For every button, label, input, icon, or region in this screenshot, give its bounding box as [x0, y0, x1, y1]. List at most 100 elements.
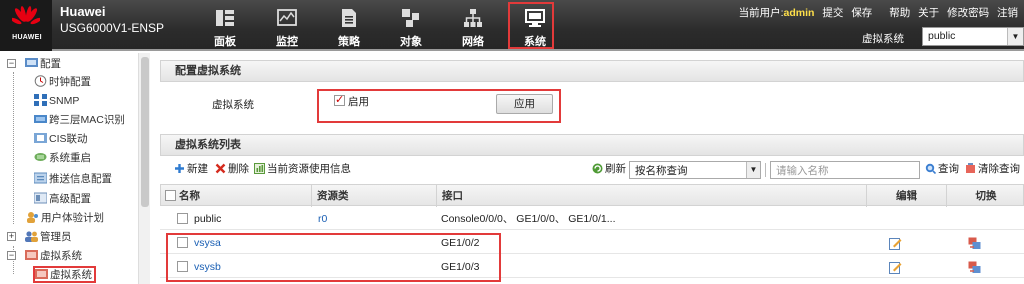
- vsys-resource-link[interactable]: r0: [318, 208, 428, 230]
- vsys-switch-label: 虚拟系统: [862, 33, 904, 45]
- search-icon: [925, 163, 936, 174]
- edit-icon[interactable]: [889, 237, 902, 250]
- nav-system[interactable]: 系统: [504, 0, 566, 51]
- tree-label: 管理员: [40, 231, 72, 243]
- edit-icon[interactable]: [889, 261, 902, 274]
- brand-name: Huawei: [60, 4, 106, 19]
- enable-label: 启用: [348, 96, 369, 108]
- new-button[interactable]: 新建: [174, 162, 208, 176]
- tree-item-cis[interactable]: CIS联动: [34, 130, 88, 148]
- help-link[interactable]: 帮助: [889, 7, 910, 19]
- select-all-checkbox[interactable]: [165, 190, 176, 201]
- huawei-logo-icon: [12, 6, 40, 25]
- column-edit: 编辑: [866, 185, 946, 207]
- search-button[interactable]: 查询: [925, 162, 959, 176]
- vsys-interfaces: GE1/0/3: [441, 261, 480, 273]
- current-user: admin: [783, 7, 815, 19]
- switch-vsys-icon[interactable]: [968, 261, 981, 274]
- tree-label: 时钟配置: [49, 76, 91, 88]
- chevron-down-icon: ▼: [746, 162, 760, 178]
- tree-item-user-experience[interactable]: 用户体验计划: [26, 209, 104, 227]
- nav-label: 监控: [276, 36, 298, 48]
- change-password-link[interactable]: 修改密码: [947, 7, 989, 19]
- vsys-name: public: [194, 213, 222, 225]
- object-icon: [402, 9, 419, 27]
- tree-label: 高级配置: [49, 193, 91, 205]
- vsys-interfaces: GE1/0/2: [441, 237, 480, 249]
- toolbar-divider: [765, 163, 766, 177]
- tree-label: 跨三层MAC识别: [49, 114, 125, 126]
- tree-item-restart[interactable]: 系统重启: [34, 149, 91, 167]
- tree-label: 系统重启: [49, 152, 91, 164]
- switch-vsys-icon[interactable]: [968, 237, 981, 250]
- collapse-icon[interactable]: −: [7, 59, 16, 68]
- vsys-interfaces: Console0/0/0、 GE1/0/0、 GE1/0/1...: [441, 213, 616, 225]
- top-bar: HUAWEI Huawei USG6000V1-ENSP 面板 监控 策略 对象…: [0, 0, 1024, 51]
- search-input[interactable]: 请输入名称: [770, 161, 920, 179]
- network-icon: [464, 9, 482, 27]
- tree-item-clock[interactable]: 时钟配置: [34, 73, 91, 91]
- resource-icon: [254, 163, 265, 174]
- nav-object[interactable]: 对象: [380, 0, 442, 51]
- table-header: 名称 资源类 接口 编辑 切换: [160, 184, 1024, 207]
- current-user-label: 当前用户:: [738, 7, 784, 19]
- column-resource[interactable]: 资源类: [311, 185, 436, 207]
- nav-monitor[interactable]: 监控: [256, 0, 318, 51]
- clear-search-button[interactable]: 清除查询: [965, 162, 1020, 176]
- mac-icon: [34, 115, 47, 123]
- tree-label: SNMP: [49, 95, 80, 107]
- refresh-button[interactable]: 刷新: [592, 162, 626, 176]
- nav-network[interactable]: 网络: [442, 0, 504, 51]
- nav-policy[interactable]: 策略: [318, 0, 380, 51]
- monitor-icon: [277, 9, 297, 26]
- main-content: 配置虚拟系统 虚拟系统 启用 应用 虚拟系统列表 新建 删除 当前资源使用信息 …: [160, 53, 1024, 284]
- tree-label: 配置: [40, 58, 61, 70]
- tree-item-advanced[interactable]: 高级配置: [34, 190, 91, 208]
- vsys-switch-value: public: [928, 30, 956, 42]
- delete-button[interactable]: 删除: [215, 162, 249, 176]
- delete-icon: [215, 163, 226, 174]
- column-interface[interactable]: 接口: [436, 185, 866, 207]
- scrollbar-thumb[interactable]: [141, 57, 149, 207]
- expand-icon[interactable]: +: [7, 232, 16, 241]
- filter-select[interactable]: 按名称查询 ▼: [629, 161, 761, 179]
- restart-icon: [34, 153, 47, 161]
- cis-icon: [34, 133, 47, 143]
- vsys-field-label: 虚拟系统: [212, 99, 254, 111]
- push-icon: [34, 172, 47, 184]
- column-switch: 切换: [946, 185, 1024, 207]
- clock-icon: [34, 75, 47, 87]
- system-icon: [525, 9, 545, 27]
- tree-selection-highlight: [33, 266, 96, 283]
- resource-info-button[interactable]: 当前资源使用信息: [254, 162, 351, 176]
- list-toolbar: 新建 删除 当前资源使用信息 刷新 按名称查询 ▼ 请输入名称 查询 清除查询: [160, 159, 1024, 181]
- clear-icon: [966, 163, 975, 173]
- collapse-icon[interactable]: −: [7, 251, 16, 260]
- save-link[interactable]: 保存: [851, 7, 872, 19]
- nav-label: 策略: [338, 36, 360, 48]
- nav-dashboard[interactable]: 面板: [194, 0, 256, 51]
- tree-scrollbar[interactable]: [138, 53, 150, 284]
- snmp-icon: [34, 94, 47, 106]
- enable-checkbox[interactable]: [334, 93, 345, 106]
- about-link[interactable]: 关于: [918, 7, 939, 19]
- filter-select-value: 按名称查询: [635, 165, 688, 177]
- tree-label: 虚拟系统: [40, 250, 82, 262]
- user-experience-icon: [27, 212, 38, 223]
- vsys-folder-icon: [25, 250, 38, 260]
- table-row: public r0 Console0/0/0、 GE1/0/0、 GE1/0/1…: [160, 208, 1024, 230]
- submit-link[interactable]: 提交: [822, 7, 843, 19]
- refresh-icon: [592, 163, 603, 174]
- tree-item-push[interactable]: 推送信息配置: [34, 170, 112, 188]
- apply-button[interactable]: 应用: [496, 94, 553, 114]
- tree-label: CIS联动: [49, 133, 88, 145]
- logout-link[interactable]: 注销: [997, 7, 1018, 19]
- tree-item-mac[interactable]: 跨三层MAC识别: [34, 111, 125, 129]
- tree-label: 用户体验计划: [41, 212, 104, 224]
- row-checkbox[interactable]: [177, 213, 188, 224]
- vsys-switch-select[interactable]: public ▼: [922, 27, 1024, 46]
- huawei-logo: HUAWEI: [0, 0, 52, 51]
- tree-item-snmp[interactable]: SNMP: [34, 92, 79, 110]
- main-nav: 面板 监控 策略 对象 网络 系统: [194, 0, 566, 51]
- list-panel-title: 虚拟系统列表: [160, 134, 1024, 156]
